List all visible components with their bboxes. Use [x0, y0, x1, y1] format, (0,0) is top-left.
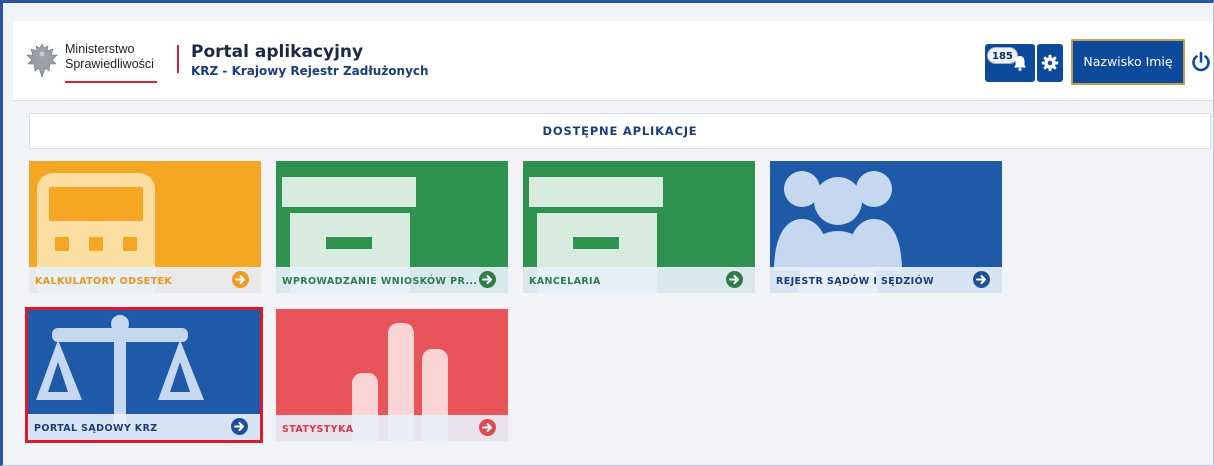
tile-label: STATYSTYKA: [282, 424, 354, 435]
app-subtitle: KRZ - Krajowy Rejestr Zadłużonych: [191, 64, 429, 78]
arrow-right-icon[interactable]: [479, 419, 496, 436]
tile-label: PORTAL SĄDOWY KRZ: [34, 423, 158, 434]
section-title: DOSTĘPNE APLIKACJE: [542, 124, 698, 138]
ministry-line-2: Sprawiedliwości: [65, 57, 154, 71]
arrow-right-icon[interactable]: [726, 271, 743, 288]
arrow-right-icon[interactable]: [973, 271, 990, 288]
tile-label: KANCELARIA: [529, 276, 601, 287]
arrow-right-icon[interactable]: [232, 271, 249, 288]
app-tile-statystyka[interactable]: STATYSTYKA: [276, 309, 508, 441]
header-divider: [177, 45, 179, 73]
gear-icon[interactable]: [1041, 54, 1059, 72]
tile-label: KALKULATORY ODSETEK: [35, 276, 173, 287]
app-tile-kancelaria[interactable]: KANCELARIA: [523, 161, 755, 293]
arrow-right-icon[interactable]: [231, 418, 248, 435]
eagle-emblem-icon: [26, 43, 58, 78]
ministry-name: Ministerstwo Sprawiedliwości: [65, 42, 154, 72]
top-header: Ministerstwo Sprawiedliwości Portal apli…: [13, 21, 1213, 101]
power-icon[interactable]: [1190, 51, 1212, 73]
ministry-underline: [65, 81, 157, 83]
app-tile-rejestr-sadow-i-sedziow[interactable]: REJESTR SĄDÓW I SĘDZIÓW: [770, 161, 1002, 293]
tile-label: REJESTR SĄDÓW I SĘDZIÓW: [776, 276, 934, 287]
ministry-line-1: Ministerstwo: [65, 42, 135, 56]
app-window: Ministerstwo Sprawiedliwości Portal apli…: [0, 0, 1214, 466]
app-tile-portal-sadowy-krz[interactable]: PORTAL SĄDOWY KRZ: [25, 307, 263, 443]
app-tile-kalkulatory-odsetek[interactable]: KALKULATORY ODSETEK: [29, 161, 261, 293]
app-title: Portal aplikacyjny: [191, 42, 364, 62]
tile-label: WPROWADZANIE WNIOSKÓW PR...: [282, 276, 478, 287]
app-tile-wprowadzanie-wnioskow[interactable]: WPROWADZANIE WNIOSKÓW PR...: [276, 161, 508, 293]
available-apps-header: DOSTĘPNE APLIKACJE: [29, 113, 1211, 149]
user-menu-button[interactable]: Nazwisko Imię: [1071, 39, 1185, 85]
bell-icon[interactable]: [1011, 54, 1029, 72]
arrow-right-icon[interactable]: [479, 271, 496, 288]
